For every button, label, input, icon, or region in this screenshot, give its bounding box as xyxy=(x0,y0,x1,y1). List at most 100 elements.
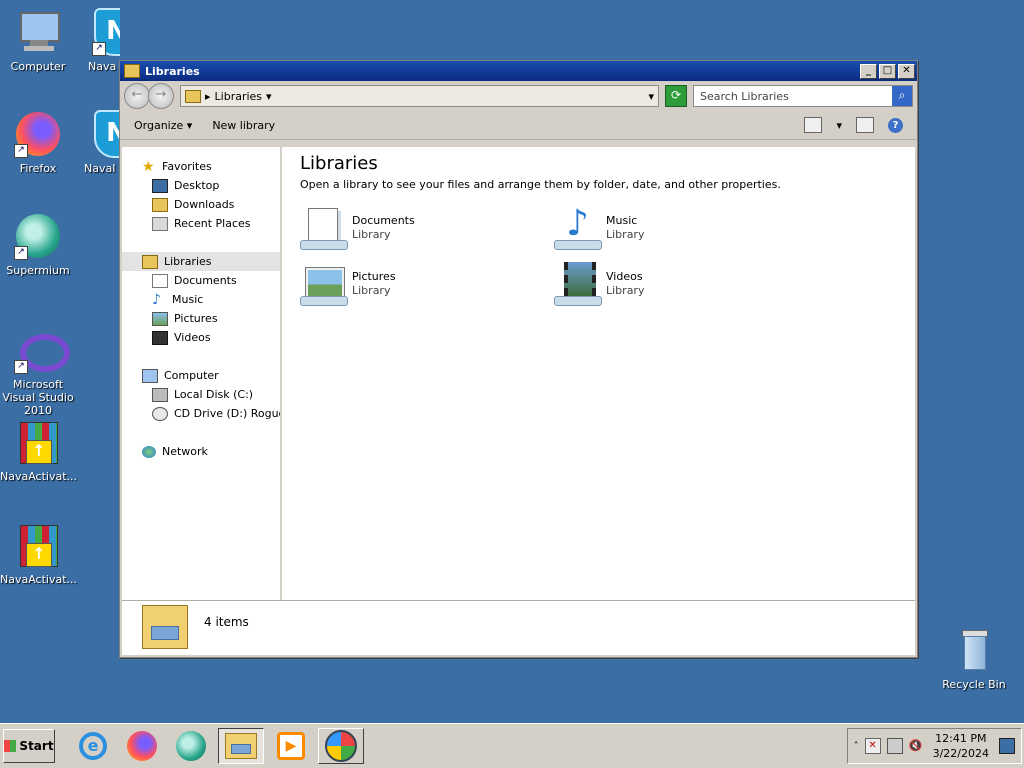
page-description: Open a library to see your files and arr… xyxy=(300,178,781,191)
library-name: Videos xyxy=(606,270,643,283)
nav-pictures[interactable]: Pictures xyxy=(122,309,280,328)
star-icon: ★ xyxy=(142,158,155,175)
desktop-icon-computer[interactable]: Computer xyxy=(0,8,76,73)
refresh-icon[interactable]: ⟳ xyxy=(665,85,687,107)
new-library-button[interactable]: New library xyxy=(212,119,275,132)
taskbar-supermium[interactable] xyxy=(169,729,213,763)
taskbar-internet-explorer[interactable]: e xyxy=(71,729,115,763)
nav-cd-drive[interactable]: CD Drive (D:) Rogue P xyxy=(122,404,280,423)
libraries-icon xyxy=(142,254,158,269)
downloads-icon xyxy=(152,197,168,212)
taskbar-media-player[interactable]: ▶ xyxy=(269,729,313,763)
forward-button[interactable]: → xyxy=(148,83,174,109)
volume-muted-icon[interactable]: 🔇 xyxy=(909,739,923,753)
chevron-down-icon: ▾ xyxy=(186,118,193,132)
desktop-icon-recycle-bin[interactable]: Recycle Bin xyxy=(936,626,1012,691)
nav-videos[interactable]: Videos xyxy=(122,328,280,347)
desktop-icon-firefox[interactable]: ↗ Firefox xyxy=(0,110,76,175)
window-title: Libraries xyxy=(145,64,200,78)
clock-date: 3/22/2024 xyxy=(932,747,989,760)
organize-button[interactable]: Organize ▾ xyxy=(134,119,192,132)
libraries-window: Libraries _ □ ✕ ← → ▸ Libraries ▾ ▾ ⟳ Se… xyxy=(119,60,918,658)
view-options-dropdown-icon[interactable]: ▾ xyxy=(836,119,842,132)
clock[interactable]: 12:41 PM 3/22/2024 xyxy=(933,731,989,761)
nav-music[interactable]: ♪ Music xyxy=(122,290,280,309)
desktop-icon-navaactivat-1[interactable]: ↑ NavaActivat... xyxy=(0,418,78,483)
nav-libraries[interactable]: Libraries xyxy=(122,252,280,271)
minimize-button[interactable]: _ xyxy=(860,63,877,79)
windows-logo-icon xyxy=(325,730,357,762)
nav-label: Local Disk (C:) xyxy=(174,388,254,401)
internet-explorer-icon: e xyxy=(79,732,107,760)
action-center-alert-icon[interactable]: ✕ xyxy=(864,738,881,754)
firefox-icon: ↗ xyxy=(14,110,62,158)
breadcrumb-chevron-icon[interactable]: ▸ xyxy=(205,90,211,103)
search-input[interactable]: Search Libraries xyxy=(694,90,892,103)
nav-label: Music xyxy=(172,293,204,306)
nav-label: Libraries xyxy=(164,255,212,268)
show-hidden-icons-icon[interactable]: ˄ xyxy=(854,741,859,752)
address-history-dropdown-icon[interactable]: ▾ xyxy=(648,90,654,103)
breadcrumb-dropdown-icon[interactable]: ▾ xyxy=(266,90,272,103)
taskbar-windows-orb[interactable] xyxy=(318,728,364,764)
hard-disk-icon xyxy=(152,387,168,402)
archive-installer-icon: ↑ xyxy=(14,418,62,466)
nav-label: Videos xyxy=(174,331,211,344)
change-view-icon[interactable] xyxy=(804,117,823,133)
nav-label: Desktop xyxy=(174,179,220,192)
system-tray: ˄ ✕ 🔇 12:41 PM 3/22/2024 xyxy=(846,728,1022,764)
library-kind: Library xyxy=(352,284,391,297)
library-name: Pictures xyxy=(352,270,396,283)
show-desktop-icon[interactable] xyxy=(999,738,1015,754)
search-box[interactable]: Search Libraries ⌕ xyxy=(693,85,913,107)
desktop-icon-navai[interactable]: N NavaI xyxy=(78,110,120,175)
item-count: 4 items xyxy=(204,615,249,629)
breadcrumb-libraries[interactable]: Libraries xyxy=(215,90,263,103)
close-button[interactable]: ✕ xyxy=(898,63,915,79)
desktop-icon-label: Firefox xyxy=(19,162,57,175)
preview-pane-icon[interactable] xyxy=(856,117,874,133)
library-item-videos[interactable]: Videos Library xyxy=(554,261,808,307)
nav-label: Downloads xyxy=(174,198,235,211)
nav-favorites[interactable]: ★ Favorites xyxy=(122,157,280,176)
taskbar-firefox[interactable] xyxy=(120,729,164,763)
desktop-icon-label: NavaActivat... xyxy=(0,470,78,483)
nav-label: Recent Places xyxy=(174,217,251,230)
window-titlebar[interactable]: Libraries _ □ ✕ xyxy=(120,61,917,81)
supermium-icon xyxy=(176,731,206,761)
desktop-icon-supermium[interactable]: ↗ Supermium xyxy=(0,212,76,277)
desktop-icon-label: NavaActivat... xyxy=(0,573,78,586)
nav-recent-places[interactable]: Recent Places xyxy=(122,214,280,233)
libraries-large-icon xyxy=(142,605,188,649)
library-item-documents[interactable]: Documents Library xyxy=(300,205,554,251)
nav-computer[interactable]: Computer xyxy=(122,366,280,385)
desktop-icon-navaactivat-2[interactable]: ↑ NavaActivat... xyxy=(0,521,78,586)
maximize-button[interactable]: □ xyxy=(879,63,896,79)
library-item-pictures[interactable]: Pictures Library xyxy=(300,261,554,307)
help-icon[interactable]: ? xyxy=(888,117,903,133)
start-button[interactable]: Start xyxy=(3,729,55,763)
recycle-bin-icon xyxy=(950,626,998,674)
address-bar[interactable]: ▸ Libraries ▾ ▾ xyxy=(180,85,659,107)
music-note-icon: ♪ xyxy=(152,291,161,308)
library-item-music[interactable]: ♪ Music Library xyxy=(554,205,808,251)
nav-documents[interactable]: Documents xyxy=(122,271,280,290)
address-row: ← → ▸ Libraries ▾ ▾ ⟳ Search Libraries ⌕ xyxy=(120,81,917,111)
archive-installer-icon: ↑ xyxy=(14,521,62,569)
taskbar-windows-explorer[interactable] xyxy=(218,728,264,764)
clock-time: 12:41 PM xyxy=(935,732,987,745)
nav-network[interactable]: Network xyxy=(122,442,280,461)
desktop-icon-nava[interactable]: N ↗ Nava xyxy=(78,8,120,73)
nav-local-disk[interactable]: Local Disk (C:) xyxy=(122,385,280,404)
pictures-library-icon xyxy=(300,262,348,306)
taskbar: Start e ▶ ˄ ✕ 🔇 12:41 PM 3/22/2024 xyxy=(0,723,1024,768)
search-icon[interactable]: ⌕ xyxy=(892,86,912,106)
nav-desktop[interactable]: Desktop xyxy=(122,176,280,195)
computer-icon xyxy=(142,368,158,383)
libraries-view: Libraries Open a library to see your fil… xyxy=(282,147,915,601)
desktop-icon-visual-studio[interactable]: ↗ Microsoft Visual Studio 2010 xyxy=(0,326,76,417)
nav-downloads[interactable]: Downloads xyxy=(122,195,280,214)
library-kind: Library xyxy=(606,284,645,297)
back-button[interactable]: ← xyxy=(124,83,150,109)
network-status-icon[interactable] xyxy=(886,738,903,754)
